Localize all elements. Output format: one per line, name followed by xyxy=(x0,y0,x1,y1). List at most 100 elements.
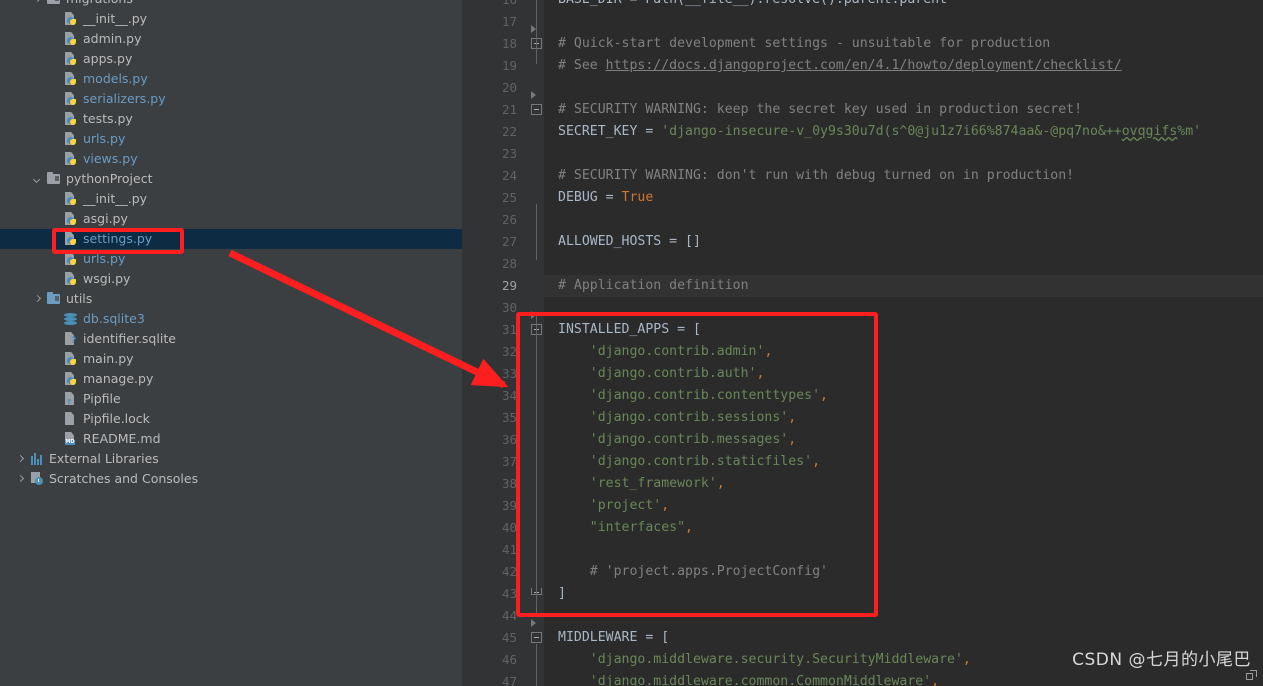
tree-item-readme-md[interactable]: MD README.md xyxy=(0,429,462,449)
project-tree-panel[interactable]: migrations __init__.py admin.py apps.py mode… xyxy=(0,0,462,686)
code-line[interactable]: 'django.middleware.common.CommonMiddlewa… xyxy=(544,671,1263,686)
code-token: SECRET_KEY = xyxy=(558,124,662,139)
tree-item-label: admin.py xyxy=(83,31,142,46)
code-folding-strip[interactable] xyxy=(527,0,544,686)
tree-item-urls-py[interactable]: urls.py xyxy=(0,249,462,269)
code-line[interactable]: 'django.contrib.staticfiles', xyxy=(544,451,1263,473)
tree-item-urls-py[interactable]: urls.py xyxy=(0,129,462,149)
tree-item-pythonproject[interactable]: pythonProject xyxy=(0,169,462,189)
code-line[interactable]: ALLOWED_HOSTS = [] xyxy=(544,231,1263,253)
code-line[interactable] xyxy=(544,297,1263,319)
code-token: , xyxy=(764,344,773,359)
fold-guide-line xyxy=(536,204,537,260)
code-line[interactable]: 'django.contrib.messages', xyxy=(544,429,1263,451)
tree-item-label: db.sqlite3 xyxy=(83,311,145,326)
tree-item-label: README.md xyxy=(83,431,161,446)
code-content[interactable]: BASE_DIR = Path(__file__).resolve().pare… xyxy=(544,0,1263,686)
python-file-icon xyxy=(63,251,79,267)
tree-item-label: __init__.py xyxy=(83,11,148,26)
code-line[interactable]: # SECURITY WARNING: don't run with debug… xyxy=(544,165,1263,187)
code-line[interactable]: ] xyxy=(544,583,1263,605)
code-line[interactable] xyxy=(544,77,1263,99)
tree-item-views-py[interactable]: views.py xyxy=(0,149,462,169)
tree-item-admin-py[interactable]: admin.py xyxy=(0,29,462,49)
chevron-right-icon[interactable] xyxy=(32,0,43,5)
code-line[interactable]: # See https://docs.djangoproject.com/en/… xyxy=(544,55,1263,77)
line-number: 20 xyxy=(501,80,517,95)
tree-item-serializers-py[interactable]: serializers.py xyxy=(0,89,462,109)
tree-item-identifier-sqlite[interactable]: ? identifier.sqlite xyxy=(0,329,462,349)
line-number: 18 xyxy=(501,36,517,51)
twisty-placeholder xyxy=(49,194,60,205)
chevron-right-icon[interactable] xyxy=(32,294,43,305)
tree-item-pipfile-lock[interactable]: Pipfile.lock xyxy=(0,409,462,429)
tree-item-asgi-py[interactable]: asgi.py xyxy=(0,209,462,229)
python-file-icon xyxy=(63,191,79,207)
tree-item-settings-py[interactable]: settings.py xyxy=(0,229,462,249)
tree-item-utils[interactable]: utils xyxy=(0,289,462,309)
code-line[interactable] xyxy=(544,143,1263,165)
fold-collapse-icon[interactable] xyxy=(531,632,542,643)
tree-item-scratches-and-consoles[interactable]: Scratches and Consoles xyxy=(0,469,462,489)
tree-item-migrations[interactable]: migrations xyxy=(0,0,462,9)
code-token: BASE_DIR = Path(__file__).resolve().pare… xyxy=(558,0,947,7)
chevron-down-icon[interactable] xyxy=(32,174,43,185)
code-line[interactable]: 'project', xyxy=(544,495,1263,517)
tree-item-wsgi-py[interactable]: wsgi.py xyxy=(0,269,462,289)
code-line[interactable] xyxy=(544,539,1263,561)
csdn-watermark: CSDN @七月的小尾巴 xyxy=(1072,650,1251,670)
code-line[interactable]: 'django.contrib.admin', xyxy=(544,341,1263,363)
fold-guide-line xyxy=(536,0,537,64)
fold-region-arrow-icon[interactable] xyxy=(531,619,536,627)
code-line[interactable]: "interfaces", xyxy=(544,517,1263,539)
twisty-placeholder xyxy=(49,234,60,245)
code-line[interactable]: 'django.contrib.sessions', xyxy=(544,407,1263,429)
chevron-right-icon[interactable] xyxy=(15,454,26,465)
code-token: ovqgifs xyxy=(1121,124,1178,139)
tree-item-external-libraries[interactable]: External Libraries xyxy=(0,449,462,469)
restore-window-icon[interactable] xyxy=(1246,670,1259,683)
twisty-placeholder xyxy=(49,154,60,165)
code-line[interactable]: 'rest_framework', xyxy=(544,473,1263,495)
code-line[interactable] xyxy=(544,209,1263,231)
code-line[interactable] xyxy=(544,11,1263,33)
tree-item-main-py[interactable]: main.py xyxy=(0,349,462,369)
code-line[interactable]: SECRET_KEY = 'django-insecure-v_0y9s30u7… xyxy=(544,121,1263,143)
code-line[interactable]: 'django.contrib.auth', xyxy=(544,363,1263,385)
tree-item-label: serializers.py xyxy=(83,91,166,106)
tree-item-manage-py[interactable]: manage.py xyxy=(0,369,462,389)
tree-item--init-py[interactable]: __init__.py xyxy=(0,189,462,209)
line-number: 42 xyxy=(501,564,517,579)
code-token: 'django.contrib.sessions' xyxy=(558,410,789,425)
tree-item--init-py[interactable]: __init__.py xyxy=(0,9,462,29)
tree-item-tests-py[interactable]: tests.py xyxy=(0,109,462,129)
tree-item-label: urls.py xyxy=(83,131,126,146)
line-number: 33 xyxy=(501,366,517,381)
code-token: 'django.contrib.auth' xyxy=(558,366,757,381)
fold-region-arrow-icon[interactable] xyxy=(531,91,536,99)
code-line[interactable]: 'django.contrib.contenttypes', xyxy=(544,385,1263,407)
twisty-placeholder xyxy=(49,114,60,125)
python-file-icon xyxy=(63,131,79,147)
line-number: 43 xyxy=(501,586,517,601)
code-line[interactable]: INSTALLED_APPS = [ xyxy=(544,319,1263,341)
tree-item-pipfile[interactable]: T Pipfile xyxy=(0,389,462,409)
code-line[interactable]: BASE_DIR = Path(__file__).resolve().pare… xyxy=(544,0,1263,11)
code-line[interactable]: # 'project.apps.ProjectConfig' xyxy=(544,561,1263,583)
code-line[interactable]: # SECURITY WARNING: keep the secret key … xyxy=(544,99,1263,121)
code-line[interactable] xyxy=(544,605,1263,627)
tree-item-apps-py[interactable]: apps.py xyxy=(0,49,462,69)
code-line[interactable] xyxy=(544,253,1263,275)
tree-item-db-sqlite3[interactable]: db.sqlite3 xyxy=(0,309,462,329)
code-editor[interactable]: 16 17 18 19 20 21 22 23 24 25 26 27 28 29 30 31 32 33 34 35… xyxy=(462,0,1263,686)
code-line[interactable]: DEBUG = True xyxy=(544,187,1263,209)
fold-collapse-icon[interactable] xyxy=(531,104,542,115)
line-number: 32 xyxy=(501,344,517,359)
chevron-right-icon[interactable] xyxy=(15,474,26,485)
tree-item-models-py[interactable]: models.py xyxy=(0,69,462,89)
code-line[interactable]: # Application definition xyxy=(544,275,1263,297)
code-token: 'django.contrib.messages' xyxy=(558,432,789,447)
python-file-icon xyxy=(63,271,79,287)
code-token: , xyxy=(931,674,940,686)
code-line[interactable]: # Quick-start development settings - uns… xyxy=(544,33,1263,55)
